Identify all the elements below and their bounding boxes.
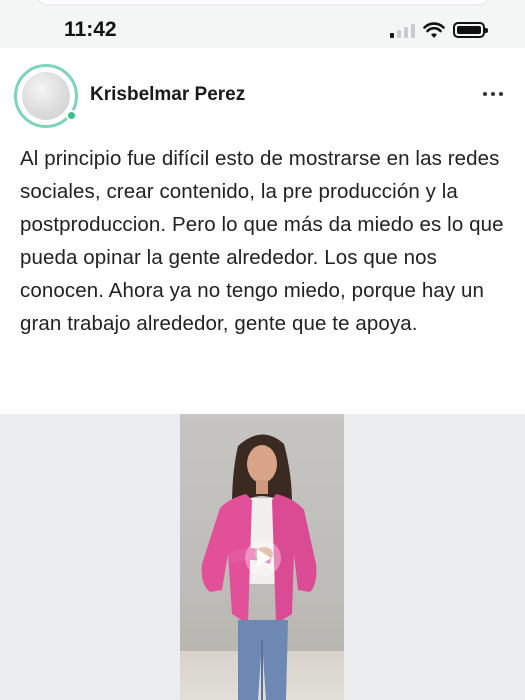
previous-card-edge <box>34 0 492 6</box>
cellular-signal-icon <box>390 22 415 38</box>
wifi-icon <box>423 21 445 38</box>
more-horizontal-icon <box>483 92 487 96</box>
video-thumbnail[interactable] <box>180 414 344 700</box>
online-status-dot <box>66 110 77 121</box>
screen: 11:42 Krisbelmar Perez Al principio fue … <box>0 0 525 700</box>
post-header: Krisbelmar Perez <box>0 48 525 138</box>
avatar-image <box>22 72 70 120</box>
battery-icon <box>453 22 488 38</box>
post-media <box>0 414 525 700</box>
more-options-button[interactable] <box>483 90 503 98</box>
post-text: Al principio fue difícil esto de mostrar… <box>20 147 504 335</box>
top-area: 11:42 <box>0 0 525 48</box>
status-bar-time: 11:42 <box>64 18 117 41</box>
author-name[interactable]: Krisbelmar Perez <box>90 84 245 106</box>
play-icon <box>257 549 271 567</box>
play-button[interactable] <box>245 540 281 576</box>
status-bar-icons <box>390 20 488 40</box>
author-avatar[interactable] <box>14 64 78 128</box>
